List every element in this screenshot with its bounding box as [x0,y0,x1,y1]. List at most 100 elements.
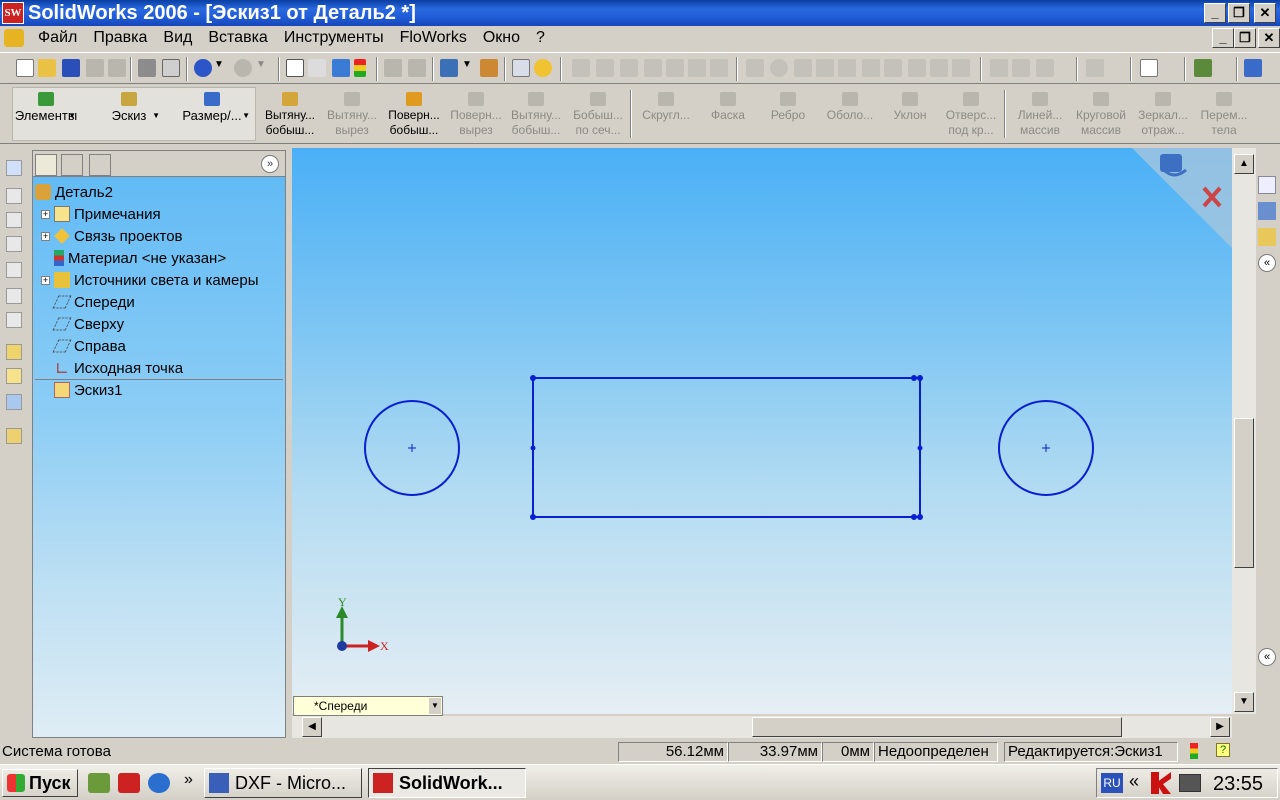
horizontal-scrollbar[interactable]: ◀ ▶ [292,716,1232,738]
sketch-tool-icon[interactable] [862,59,880,77]
print-icon[interactable] [138,59,156,77]
print-preview-icon[interactable] [86,59,104,77]
home-icon[interactable] [1258,176,1276,194]
sketch-tool-icon[interactable] [816,59,834,77]
sketch-point[interactable] [917,375,923,381]
task-dxf-word[interactable]: DXF - Micro... [204,768,362,798]
clock[interactable]: 23:55 [1213,773,1263,796]
collapse-pane-icon[interactable]: « [1258,254,1276,272]
menu-tools[interactable]: Инструменты [276,29,392,47]
cmd-extruded-cut-button[interactable]: Вытяну... вырез [322,86,382,142]
sketch-rectangle[interactable] [532,377,921,518]
cmd-shell-button[interactable]: Оболо... [818,86,882,142]
cmd-move-body-button[interactable]: Перем... тела [1194,86,1254,142]
sketch-point[interactable] [530,514,536,520]
tool-icon[interactable] [1012,59,1030,77]
color-icon[interactable] [480,59,498,77]
tree-item-right-plane[interactable]: Справа [52,335,126,357]
view-tool-icon[interactable] [572,59,590,77]
properties-icon[interactable] [512,59,530,77]
view-tool-icon[interactable] [644,59,662,77]
cmd-mirror-button[interactable]: Зеркал... отраж... [1132,86,1194,142]
sketch-tool-icon[interactable] [930,59,948,77]
rebuild-sketch-icon[interactable] [332,59,350,77]
menu-edit[interactable]: Правка [85,29,155,47]
tree-item-material[interactable]: Материал <не указан> [54,247,226,269]
cmd-fillet-button[interactable]: Скругл... [636,86,696,142]
flag-icon[interactable] [1086,59,1104,77]
cmd-swept-boss-button[interactable]: Вытяну... бобыш... [506,86,566,142]
scroll-right-button[interactable]: ▶ [1210,717,1230,737]
tool-icon[interactable] [1036,59,1054,77]
minimize-button[interactable]: _ [1204,3,1226,23]
view-tool-icon[interactable] [666,59,684,77]
cmd-dimension-button[interactable]: Размер/... ▼ [172,86,252,142]
redo-icon[interactable] [234,59,252,77]
sketch-canvas[interactable]: Y X [292,148,1232,714]
tree-item-top-plane[interactable]: Сверху [52,313,124,335]
select-pointer-icon[interactable] [286,59,304,77]
kaspersky-icon[interactable] [1151,772,1171,794]
help-icon[interactable] [534,59,552,77]
undo-icon[interactable] [194,59,212,77]
network-icon[interactable] [1179,774,1201,792]
sketch-tool-icon[interactable] [838,59,856,77]
cmd-features-button[interactable]: Элементы ▼ [14,86,78,142]
cmd-revolved-cut-button[interactable]: Поверн... вырез [446,86,506,142]
ellipse-icon[interactable] [770,59,788,77]
cmd-draft-button[interactable]: Уклон [880,86,940,142]
grid2-icon[interactable] [408,59,426,77]
menu-view[interactable]: Вид [155,29,200,47]
tree-item-origin[interactable]: Исходная точка [54,357,183,379]
tree-item-annotations[interactable]: + Примечания [41,203,161,225]
tray-expand-icon[interactable]: « [1129,771,1139,792]
document-icon[interactable] [4,29,24,47]
graphics-area[interactable]: Y X [292,148,1232,714]
tab-configuration-manager[interactable] [89,154,111,176]
view-tool-icon[interactable] [596,59,614,77]
grid-icon[interactable] [384,59,402,77]
help-icon[interactable]: ? [1216,743,1230,757]
start-button[interactable]: Пуск [2,769,78,797]
tree-root[interactable]: Деталь2 [35,181,113,203]
view-bottom-icon[interactable] [6,312,22,328]
select-filter-icon[interactable] [308,59,326,77]
save-icon[interactable] [62,59,80,77]
view-name-selector[interactable]: *Спереди ▼ [293,696,443,716]
cmd-chamfer-button[interactable]: Фаска [698,86,758,142]
scroll-left-button[interactable]: ◀ [302,717,322,737]
sketch-point[interactable] [917,514,923,520]
sketch-tool-icon[interactable] [952,59,970,77]
sketch-tool-icon[interactable] [908,59,926,77]
cmd-revolved-boss-button[interactable]: Поверн... бобыш... [384,86,444,142]
expand-icon[interactable]: + [41,209,50,219]
view-3d-icon[interactable] [6,160,22,176]
tree-item-sketch[interactable]: Эскиз1 [54,379,122,401]
view-top-icon[interactable] [6,288,22,304]
doc-restore-button[interactable]: ❐ [1234,28,1256,48]
expand-panel-icon[interactable]: » [261,155,279,173]
tool-icon[interactable] [990,59,1008,77]
file-explorer-icon[interactable] [1258,228,1276,246]
sketch-midpoint[interactable] [530,445,536,451]
doc-minimize-button[interactable]: _ [1212,28,1234,48]
open-icon[interactable] [38,59,56,77]
rebuild-status-icon[interactable] [1190,743,1198,759]
tree-item-design-binder[interactable]: + Связь проектов [41,225,183,247]
collapse-pane-icon[interactable]: « [1258,648,1276,666]
menu-help[interactable]: ? [528,29,553,47]
sketch-midpoint[interactable] [917,445,923,451]
view-tool-icon[interactable] [710,59,728,77]
horizontal-scroll-thumb[interactable] [752,717,1122,737]
sketch-tool-icon[interactable] [746,59,764,77]
dropdown-arrow-icon[interactable]: ▼ [152,108,160,123]
view-right-icon[interactable] [6,262,22,278]
cmd-linear-pattern-button[interactable]: Линей... массив [1010,86,1070,142]
chevron-down-icon[interactable]: ▼ [429,698,441,714]
solidworks-quicklaunch-icon[interactable] [118,773,140,793]
quicklaunch-icon[interactable] [88,773,110,793]
scroll-down-button[interactable]: ▼ [1234,692,1254,712]
internet-explorer-icon[interactable] [148,773,170,793]
menu-insert[interactable]: Вставка [200,29,275,47]
sketch-tool-icon[interactable] [884,59,902,77]
